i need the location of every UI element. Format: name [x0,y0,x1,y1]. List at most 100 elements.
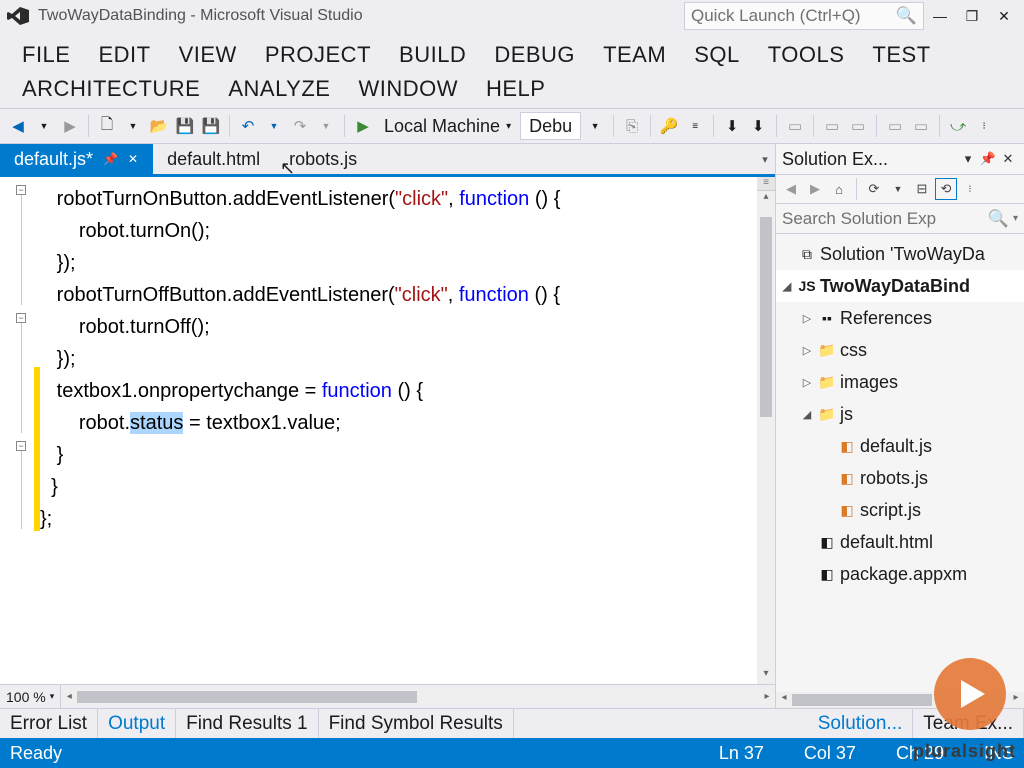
menu-project[interactable]: PROJECT [251,38,385,72]
tool-btn-5[interactable]: ⬇ [746,114,770,138]
tree-node[interactable]: ◢📁js [776,398,1024,430]
collapse-toggle-icon[interactable]: − [16,313,26,323]
scroll-right-icon[interactable]: ▸ [759,691,775,702]
debug-target-dropdown[interactable]: Local Machine▾ [377,113,518,139]
config-dropdown[interactable]: Debu [520,112,581,140]
tab-overflow-icon[interactable]: ▾ [755,144,775,174]
doc-tab[interactable]: default.html [153,144,275,174]
expand-icon[interactable]: ▷ [800,376,814,389]
se-overflow-icon[interactable]: ⁝ [959,178,981,200]
split-grip-icon[interactable]: ≡ [757,177,775,191]
menu-debug[interactable]: DEBUG [480,38,589,72]
code-content[interactable]: robotTurnOnButton.addEventListener("clic… [40,177,757,684]
menu-test[interactable]: TEST [858,38,944,72]
tree-node[interactable]: ◧package.appxm [776,558,1024,590]
solution-explorer-search[interactable]: Search Solution Exp 🔍 ▾ [776,204,1024,234]
restore-button[interactable]: ❐ [956,4,988,28]
new-drop[interactable]: ▼ [121,114,145,138]
quick-launch-input[interactable]: Quick Launch (Ctrl+Q) 🔍 [684,2,924,30]
se-back-icon[interactable]: ◀ [780,178,802,200]
expand-icon[interactable]: ◢ [780,280,794,293]
se-drop-icon[interactable]: ▼ [887,178,909,200]
tool-btn-10[interactable]: ▭ [909,114,933,138]
toolbar-overflow[interactable]: ⁝ [972,114,996,138]
panel-options-icon[interactable]: ▾ [958,151,978,167]
zoom-dropdown[interactable]: 100 %▾ [0,685,61,708]
save-all-button[interactable]: 💾 [199,114,223,138]
menu-build[interactable]: BUILD [385,38,480,72]
search-drop-icon[interactable]: ▾ [1013,213,1018,224]
outline-gutter[interactable]: − − − [0,177,34,684]
minimize-button[interactable]: — [924,4,956,28]
se-home-icon[interactable]: ⌂ [828,178,850,200]
undo-button[interactable]: ↶ [236,114,260,138]
tree-node[interactable]: ◧default.js [776,430,1024,462]
tool-btn-6[interactable]: ▭ [783,114,807,138]
tool-btn-4[interactable]: ⬇ [720,114,744,138]
bottom-tab[interactable]: Solution... [808,709,914,738]
scrollbar-thumb[interactable] [760,217,772,417]
doc-tab[interactable]: robots.js [275,144,372,174]
menu-team[interactable]: TEAM [589,38,680,72]
start-debug-button[interactable]: ▶ [351,114,375,138]
menu-window[interactable]: WINDOW [344,72,472,106]
scroll-left-icon[interactable]: ◂ [61,691,77,702]
tool-btn-9[interactable]: ▭ [883,114,907,138]
se-fwd-icon[interactable]: ▶ [804,178,826,200]
tool-btn-8[interactable]: ▭ [846,114,870,138]
open-button[interactable]: 📂 [147,114,171,138]
scroll-up-icon[interactable]: ▴ [757,191,775,207]
tree-node[interactable]: ◢JSTwoWayDataBind [776,270,1024,302]
tree-node[interactable]: ▷📁css [776,334,1024,366]
tool-btn-1[interactable]: ⎘ [620,114,644,138]
horizontal-scrollbar[interactable]: ◂ ▸ [61,689,775,705]
bottom-tab[interactable]: Find Symbol Results [319,709,514,738]
tool-btn-2[interactable]: 🔑 [657,114,681,138]
save-button[interactable]: 💾 [173,114,197,138]
bottom-tab[interactable]: Output [98,709,176,738]
nav-back-button[interactable]: ◀ [6,114,30,138]
se-sync-icon[interactable]: ⟲ [935,178,957,200]
menu-view[interactable]: VIEW [165,38,251,72]
undo-drop[interactable]: ▼ [262,114,286,138]
tree-node[interactable]: ◧robots.js [776,462,1024,494]
pin-icon[interactable]: 📌 [103,152,118,166]
new-item-button[interactable]: 🗋 [95,114,119,138]
nav-fwd-button[interactable]: ▶ [58,114,82,138]
menu-analyze[interactable]: ANALYZE [214,72,344,106]
menu-help[interactable]: HELP [472,72,559,106]
close-button[interactable]: ✕ [988,4,1020,28]
doc-tab[interactable]: default.js*📌✕ [0,144,153,174]
tool-btn-3[interactable]: ≡ [683,114,707,138]
code-editor[interactable]: − − − robotTurnOnButton.addEventListener… [0,174,775,684]
menu-edit[interactable]: EDIT [84,38,164,72]
expand-icon[interactable]: ▷ [800,312,814,325]
nav-back-drop[interactable]: ▼ [32,114,56,138]
tool-btn-7[interactable]: ▭ [820,114,844,138]
redo-drop[interactable]: ▼ [314,114,338,138]
menu-file[interactable]: FILE [8,38,84,72]
tree-node[interactable]: ◧default.html [776,526,1024,558]
collapse-toggle-icon[interactable]: − [16,185,26,195]
scroll-down-icon[interactable]: ▾ [757,668,775,684]
se-collapse-icon[interactable]: ⊟ [911,178,933,200]
menu-tools[interactable]: TOOLS [754,38,859,72]
bottom-tab[interactable]: Find Results 1 [176,709,318,738]
scrollbar-thumb[interactable] [77,691,417,703]
tree-node[interactable]: ▷▪▪References [776,302,1024,334]
collapse-toggle-icon[interactable]: − [16,441,26,451]
bottom-tab[interactable]: Error List [0,709,98,738]
close-icon[interactable]: ✕ [128,152,138,166]
tree-node[interactable]: ⧉Solution 'TwoWayDa [776,238,1024,270]
close-icon[interactable]: ✕ [998,151,1018,167]
expand-icon[interactable]: ◢ [800,408,814,421]
config-drop[interactable]: ▼ [583,114,607,138]
expand-icon[interactable]: ▷ [800,344,814,357]
menu-architecture[interactable]: ARCHITECTURE [8,72,214,106]
play-overlay-icon[interactable] [934,658,1006,730]
menu-sql[interactable]: SQL [680,38,754,72]
vertical-scrollbar[interactable]: ≡ ▴ ▾ [757,177,775,684]
solution-tree[interactable]: ⧉Solution 'TwoWayDa◢JSTwoWayDataBind▷▪▪R… [776,234,1024,692]
se-refresh-icon[interactable]: ⟳ [863,178,885,200]
tree-node[interactable]: ▷📁images [776,366,1024,398]
